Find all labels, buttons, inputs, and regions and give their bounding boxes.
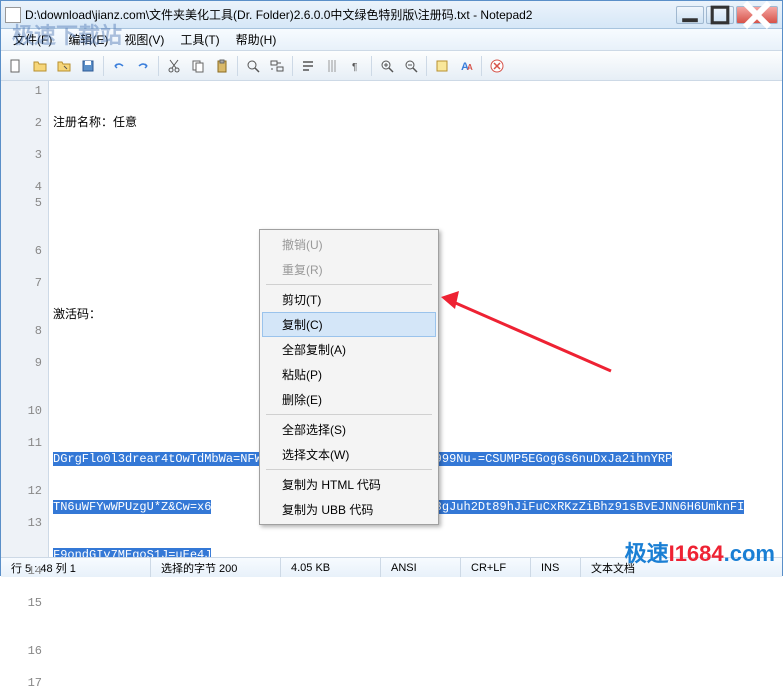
undo-icon[interactable] [108,55,130,77]
guides-icon[interactable] [321,55,343,77]
menu-file[interactable]: 文件(F) [5,29,60,50]
replace-icon[interactable] [266,55,288,77]
scheme-icon[interactable] [431,55,453,77]
status-encoding[interactable]: ANSI [381,558,461,577]
cm-copy-all[interactable]: 全部复制(A) [262,337,436,362]
toolbar-separator [292,56,293,76]
status-filetype: 文本文档 [581,558,782,577]
paste-icon[interactable] [211,55,233,77]
cm-copy[interactable]: 复制(C) [262,312,436,337]
cm-redo[interactable]: 重复(R) [262,257,436,282]
cm-copy-html[interactable]: 复制为 HTML 代码 [262,472,436,497]
context-menu: 撤销(U) 重复(R) 剪切(T) 复制(C) 全部复制(A) 粘贴(P) 删除… [259,229,439,525]
close-button[interactable] [736,6,778,24]
svg-text:¶: ¶ [352,62,357,73]
zoom-in-icon[interactable] [376,55,398,77]
status-eol[interactable]: CR+LF [461,558,531,577]
menu-edit[interactable]: 编辑(E) [60,29,116,50]
toolbar-separator [481,56,482,76]
cm-copy-ubb[interactable]: 复制为 UBB 代码 [262,497,436,522]
text-line [53,163,778,179]
context-menu-separator [266,284,432,285]
toolbar-separator [158,56,159,76]
open-file-icon[interactable] [29,55,51,77]
minimize-button[interactable] [676,6,704,24]
exit-icon[interactable] [486,55,508,77]
toolbar-separator [371,56,372,76]
text-line [53,211,778,227]
cm-select-all[interactable]: 全部选择(S) [262,417,436,442]
status-insert-mode[interactable]: INS [531,558,581,577]
cm-select-text[interactable]: 选择文本(W) [262,442,436,467]
svg-text:A: A [467,63,473,72]
line-gutter: 1 2 3 4 5 6 7 8 9 10 11 12 13 14 15 16 1… [1,81,49,557]
context-menu-separator [266,414,432,415]
cut-icon[interactable] [163,55,185,77]
menu-tools[interactable]: 工具(T) [172,29,227,50]
toolbar-separator [237,56,238,76]
editor-area[interactable]: 1 2 3 4 5 6 7 8 9 10 11 12 13 14 15 16 1… [1,81,782,557]
toolbar: ¶ AA [1,51,782,81]
redo-icon[interactable] [132,55,154,77]
context-menu-separator [266,469,432,470]
cm-undo[interactable]: 撤销(U) [262,232,436,257]
text-line: 注册名称：任意 [53,115,778,131]
app-window: D:\download\jianz.com\文件夹美化工具(Dr. Folder… [0,0,783,576]
cm-paste[interactable]: 粘贴(P) [262,362,436,387]
statusbar: 行 5 : 48 列 1 选择的字节 200 4.05 KB ANSI CR+L… [1,557,782,577]
whitespace-icon[interactable]: ¶ [345,55,367,77]
new-file-icon[interactable] [5,55,27,77]
find-icon[interactable] [242,55,264,77]
status-selection: 选择的字节 200 [151,558,281,577]
font-icon[interactable]: AA [455,55,477,77]
toolbar-separator [103,56,104,76]
menubar: 文件(F) 编辑(E) 视图(V) 工具(T) 帮助(H) [1,29,782,51]
cm-cut[interactable]: 剪切(T) [262,287,436,312]
wordwrap-icon[interactable] [297,55,319,77]
status-size: 4.05 KB [281,558,381,577]
app-icon [5,7,21,23]
save-icon[interactable] [77,55,99,77]
menu-view[interactable]: 视图(V) [116,29,172,50]
menu-help[interactable]: 帮助(H) [228,29,285,50]
zoom-out-icon[interactable] [400,55,422,77]
window-title: D:\download\jianz.com\文件夹美化工具(Dr. Folder… [25,6,676,23]
toolbar-separator [426,56,427,76]
titlebar[interactable]: D:\download\jianz.com\文件夹美化工具(Dr. Folder… [1,1,782,29]
maximize-button[interactable] [706,6,734,24]
copy-icon[interactable] [187,55,209,77]
cm-delete[interactable]: 删除(E) [262,387,436,412]
window-buttons [676,6,778,24]
text-line: F9ondGIv7MEgoS1J=uEe4J [53,547,778,557]
history-icon[interactable] [53,55,75,77]
